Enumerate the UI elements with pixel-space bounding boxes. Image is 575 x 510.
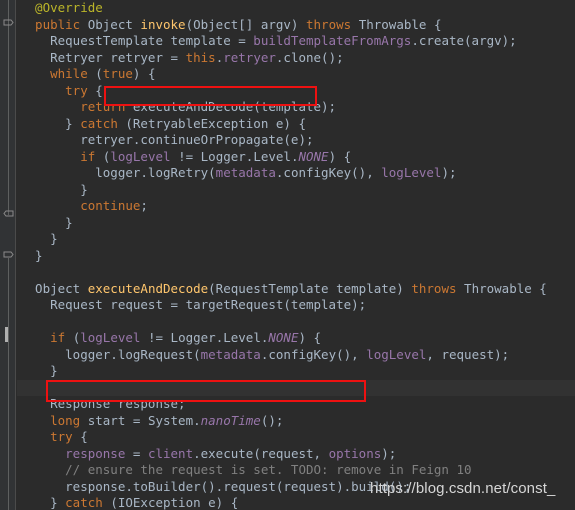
code-line[interactable]: Object executeAndDecode(RequestTemplate … [17,281,575,298]
code-line[interactable]: continue; [17,198,575,215]
fold-marker-execute-and-decode-method[interactable] [3,251,14,262]
code-line[interactable]: return executeAndDecode(template); [17,99,575,116]
code-line[interactable]: } [17,182,575,199]
code-line[interactable]: Response response; [17,396,575,413]
code-line[interactable]: public Object invoke(Object[] argv) thro… [17,17,575,34]
fold-marker-invoke-method[interactable] [3,19,14,30]
code-line[interactable]: @Override [17,0,575,17]
code-line[interactable]: response = client.execute(request, optio… [17,446,575,463]
code-line[interactable]: retryer.continueOrPropagate(e); [17,132,575,149]
code-editor[interactable]: @Override public Object invoke(Object[] … [0,0,575,510]
code-line[interactable]: Request request = targetRequest(template… [17,297,575,314]
code-line[interactable]: try { [17,429,575,446]
code-line-current[interactable] [17,379,575,396]
code-line[interactable]: } [17,215,575,232]
code-line[interactable]: logger.logRetry(metadata.configKey(), lo… [17,165,575,182]
watermark-url: https://blog.csdn.net/const_ [370,480,556,497]
code-line[interactable]: if (logLevel != Logger.Level.NONE) { [17,330,575,347]
code-line[interactable]: long start = System.nanoTime(); [17,413,575,430]
code-line[interactable]: while (true) { [17,66,575,83]
code-line[interactable]: } catch (RetryableException e) { [17,116,575,133]
code-line[interactable]: try { [17,83,575,100]
editor-gutter[interactable] [0,0,16,510]
code-line[interactable]: } [17,231,575,248]
code-line[interactable]: RequestTemplate template = buildTemplate… [17,33,575,50]
code-content[interactable]: @Override public Object invoke(Object[] … [17,0,575,510]
code-line[interactable]: } [17,248,575,265]
code-line[interactable]: // ensure the request is set. TODO: remo… [17,462,575,479]
gutter-inner [0,0,16,510]
token-annotation: @Override [20,0,103,15]
fold-marker-class-end[interactable] [3,210,14,221]
fold-rail-class [8,0,9,215]
caret-marker [5,327,8,342]
code-line[interactable] [17,264,575,281]
code-line[interactable]: Retryer retryer = this.retryer.clone(); [17,50,575,67]
code-line[interactable]: if (logLevel != Logger.Level.NONE) { [17,149,575,166]
code-line[interactable]: logger.logRequest(metadata.configKey(), … [17,347,575,364]
code-line[interactable]: } catch (IOException e) { [17,495,575,510]
code-line[interactable]: } [17,363,575,380]
code-line[interactable] [17,314,575,331]
fold-rail-execute-and-decode [8,258,9,510]
